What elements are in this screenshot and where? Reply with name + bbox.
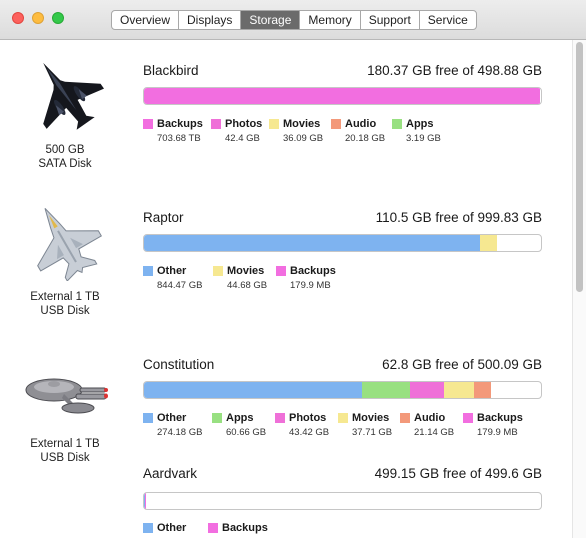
f22-raptor-icon — [37, 208, 102, 281]
disk-type-caption: External 1 TB USB Disk — [30, 438, 100, 464]
disk-type-caption: 500 GB SATA Disk — [38, 144, 92, 170]
tab-storage[interactable]: Storage — [241, 11, 301, 29]
legend-swatch — [275, 413, 285, 423]
tab-memory[interactable]: Memory — [300, 11, 361, 29]
legend-swatch — [143, 523, 153, 533]
bar-segment-other — [144, 382, 362, 398]
legend-swatch — [143, 413, 153, 423]
bar-segment-backups — [144, 88, 540, 104]
legend-swatch — [211, 119, 221, 129]
bar-segment-backups — [144, 493, 146, 509]
disk-free-space: 110.5 GB free of 999.83 GB — [375, 210, 542, 225]
storage-pane[interactable]: 500 GB SATA Disk Blackbird 180.37 GB fre… — [0, 40, 572, 538]
disk-free-space: 62.8 GB free of 500.09 GB — [382, 357, 542, 372]
sr71-blackbird-icon — [43, 62, 104, 130]
legend-swatch — [143, 119, 153, 129]
legend-swatch — [143, 266, 153, 276]
bar-segment-audio — [473, 382, 491, 398]
starship-enterprise-icon — [25, 378, 108, 414]
minimize-button[interactable] — [32, 12, 44, 24]
tab-overview[interactable]: Overview — [112, 11, 180, 29]
legend-swatch — [463, 413, 473, 423]
bar-segment-apps — [361, 382, 410, 398]
disk-name: Raptor — [143, 210, 184, 225]
storage-bar — [143, 381, 542, 399]
disk-name: Constitution — [143, 357, 215, 372]
storage-bar — [143, 234, 542, 252]
disk-name: Aardvark — [143, 466, 198, 481]
legend-swatch — [338, 413, 348, 423]
bar-segment-other — [144, 235, 480, 251]
legend-swatch — [276, 266, 286, 276]
bar-segment-movies — [444, 382, 474, 398]
legend-swatch — [213, 266, 223, 276]
vertical-scrollbar[interactable] — [572, 40, 586, 538]
tab-support[interactable]: Support — [361, 11, 420, 29]
legend-swatch — [269, 119, 279, 129]
title-bar: Overview Displays Storage Memory Support… — [0, 0, 586, 40]
disk-name: Blackbird — [143, 63, 199, 78]
bar-segment-photos — [409, 382, 445, 398]
disk-free-space: 499.15 GB free of 499.6 GB — [374, 466, 542, 481]
tab-bar: Overview Displays Storage Memory Support… — [111, 10, 477, 30]
tab-displays[interactable]: Displays — [179, 11, 242, 29]
storage-bar — [143, 492, 542, 510]
legend-swatch — [400, 413, 410, 423]
scrollbar-thumb[interactable] — [576, 42, 583, 292]
storage-bar — [143, 87, 542, 105]
about-this-mac-window: Overview Displays Storage Memory Support… — [0, 0, 586, 538]
zoom-button[interactable] — [52, 12, 64, 24]
tab-service[interactable]: Service — [420, 11, 476, 29]
disk-type-caption: External 1 TB USB Disk — [30, 291, 100, 317]
close-button[interactable] — [12, 12, 24, 24]
bar-segment-movies — [479, 235, 498, 251]
legend-swatch — [392, 119, 402, 129]
legend-swatch — [331, 119, 341, 129]
disk-free-space: 180.37 GB free of 498.88 GB — [367, 63, 542, 78]
legend-swatch — [212, 413, 222, 423]
legend-swatch — [208, 523, 218, 533]
